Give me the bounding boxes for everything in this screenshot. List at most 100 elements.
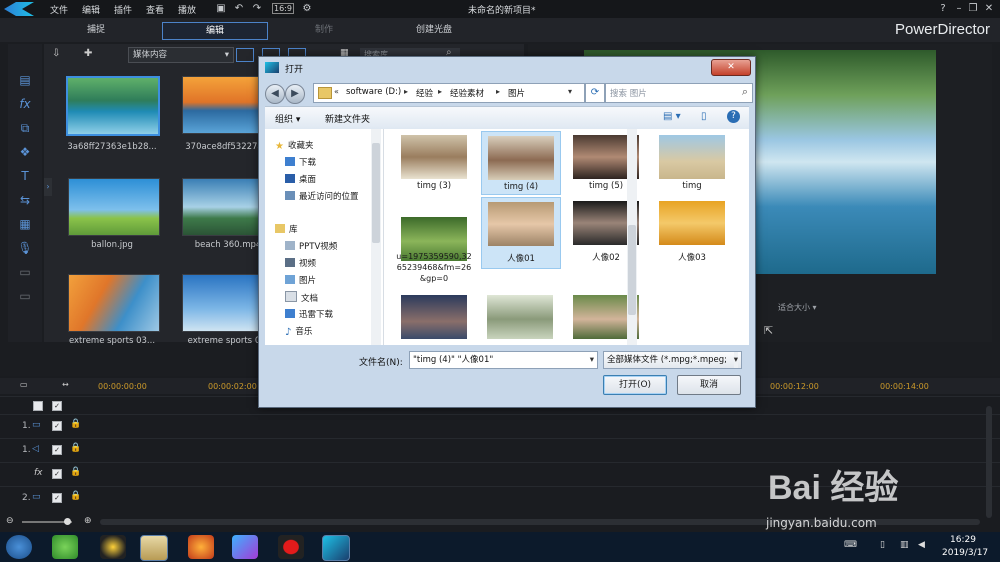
- file-item[interactable]: [395, 291, 473, 345]
- nav-music[interactable]: ♪ 音乐: [285, 325, 312, 338]
- track-enable-checkbox[interactable]: ✓: [52, 469, 62, 479]
- usb-icon[interactable]: ▯: [880, 540, 885, 550]
- firefox-icon[interactable]: [188, 535, 214, 559]
- explorer-icon[interactable]: [140, 535, 168, 561]
- chevron-down-icon[interactable]: ▾: [590, 352, 594, 368]
- restore-icon[interactable]: ❐: [966, 2, 980, 15]
- track-enable-checkbox[interactable]: ✓: [52, 401, 62, 411]
- zoom-slider-handle[interactable]: [64, 518, 71, 525]
- back-icon[interactable]: ◀: [265, 84, 285, 104]
- tab-produce[interactable]: 制作: [274, 22, 374, 38]
- nav-pptv[interactable]: PPTV视频: [285, 240, 337, 252]
- undo-icon[interactable]: ↶: [232, 2, 246, 15]
- breadcrumb-folder-2[interactable]: 经验素材: [450, 87, 484, 99]
- expand-panel-icon[interactable]: ›: [44, 178, 52, 196]
- view-options-icon[interactable]: ▤ ▾: [663, 111, 681, 122]
- menu-plugins[interactable]: 插件: [114, 3, 132, 16]
- nav-documents[interactable]: 文档: [285, 291, 318, 304]
- nav-libraries[interactable]: 库: [275, 223, 298, 235]
- file-item[interactable]: timg (3): [395, 131, 473, 193]
- open-button[interactable]: 打开(O): [603, 375, 667, 395]
- help-icon[interactable]: ?: [727, 110, 740, 123]
- menu-edit[interactable]: 编辑: [82, 3, 100, 16]
- redo-icon[interactable]: ↷: [250, 2, 264, 15]
- transition-room-icon[interactable]: ⇆: [16, 192, 34, 208]
- start-button[interactable]: [6, 535, 32, 559]
- app-360-icon[interactable]: [52, 535, 78, 559]
- nav-downloads[interactable]: 下载: [285, 156, 316, 168]
- tab-edit[interactable]: 编辑: [162, 22, 268, 40]
- export-icon[interactable]: ⇱: [764, 324, 773, 337]
- file-item[interactable]: u=1975359590,3265239468&fm=26&gp=0: [395, 217, 473, 295]
- track-visible-checkbox[interactable]: [33, 401, 43, 411]
- filetype-select[interactable]: 全部媒体文件 (*.mpg;*.mpeg; ▾: [603, 351, 742, 369]
- voiceover-icon[interactable]: 🎙: [16, 240, 34, 256]
- save-icon[interactable]: ▣: [214, 2, 228, 15]
- qq-icon[interactable]: [100, 535, 126, 559]
- dialog-close-button[interactable]: ✕: [711, 59, 751, 76]
- library-filter-dropdown[interactable]: 媒体内容 ▾: [128, 47, 234, 63]
- keyboard-icon[interactable]: ⌨: [844, 540, 857, 550]
- chevron-down-icon[interactable]: ▾: [568, 87, 572, 96]
- track-enable-checkbox[interactable]: ✓: [52, 445, 62, 455]
- zoom-in-icon[interactable]: ⊕: [84, 516, 92, 526]
- breadcrumb-drive[interactable]: software (D:): [346, 87, 401, 97]
- breadcrumb-folder-3[interactable]: 图片: [508, 87, 525, 99]
- pip-room-icon[interactable]: ⧉: [16, 120, 34, 136]
- recorder-icon[interactable]: [278, 535, 304, 559]
- refresh-icon[interactable]: ⟳: [585, 83, 605, 103]
- nav-thunder[interactable]: 迅雷下载: [285, 308, 333, 320]
- file-item[interactable]: 人像03: [653, 197, 731, 267]
- dialog-search-input[interactable]: 搜索 图片 ⌕: [605, 83, 753, 103]
- subtitle-room-icon[interactable]: ▭: [16, 288, 34, 304]
- lock-icon[interactable]: 🔒: [70, 467, 81, 477]
- volume-icon[interactable]: ◀: [918, 540, 925, 550]
- nav-favorites[interactable]: ★ 收藏夹: [275, 139, 313, 152]
- tab-capture[interactable]: 捕捉: [46, 22, 146, 38]
- chevron-down-icon[interactable]: ▾: [733, 352, 738, 368]
- address-bar[interactable]: « software (D:) ▸ 经验 ▸ 经验素材 ▸ 图片 ▾: [313, 83, 585, 103]
- media-player-icon[interactable]: [232, 535, 258, 559]
- plugin-icon[interactable]: ✚: [84, 48, 102, 62]
- track-enable-checkbox[interactable]: ✓: [52, 493, 62, 503]
- cancel-button[interactable]: 取消: [677, 375, 741, 395]
- forward-icon[interactable]: ▶: [285, 84, 305, 104]
- organize-button[interactable]: 组织 ▾: [275, 112, 300, 125]
- timeline-vertical-scrollbar[interactable]: [986, 406, 992, 518]
- track-enable-checkbox[interactable]: ✓: [52, 421, 62, 431]
- filename-input[interactable]: "timg (4)" "人像01" ▾: [409, 351, 598, 369]
- new-folder-button[interactable]: 新建文件夹: [325, 112, 370, 125]
- menu-play[interactable]: 播放: [178, 3, 196, 16]
- nav-videos[interactable]: 视频: [285, 257, 316, 269]
- menu-view[interactable]: 查看: [146, 3, 164, 16]
- media-thumb-3[interactable]: [68, 178, 160, 236]
- view-all-icon[interactable]: [236, 48, 254, 62]
- zoom-out-icon[interactable]: ⊖: [6, 516, 14, 526]
- file-item[interactable]: timg: [653, 131, 731, 193]
- file-item[interactable]: [481, 291, 559, 345]
- close-icon[interactable]: ✕: [982, 2, 996, 15]
- powerdirector-taskbar-icon[interactable]: [322, 535, 350, 561]
- track-manager-icon[interactable]: ▭: [20, 380, 28, 389]
- network-icon[interactable]: ▥: [900, 540, 909, 550]
- file-item[interactable]: 人像01: [481, 197, 561, 269]
- media-thumb-1[interactable]: [66, 76, 160, 136]
- import-icon[interactable]: ⇩: [52, 48, 70, 62]
- lock-icon[interactable]: 🔒: [70, 491, 81, 501]
- media-room-icon[interactable]: ▤: [16, 72, 34, 88]
- menu-file[interactable]: 文件: [50, 3, 68, 16]
- aspect-ratio-select[interactable]: 16:9: [272, 3, 294, 14]
- nav-recent[interactable]: 最近访问的位置: [285, 190, 359, 202]
- media-thumb-5[interactable]: [68, 274, 160, 332]
- file-item[interactable]: timg (4): [481, 131, 561, 195]
- breadcrumb-folder-1[interactable]: 经验: [416, 87, 433, 99]
- title-room-icon[interactable]: T: [16, 168, 34, 184]
- particle-room-icon[interactable]: ❖: [16, 144, 34, 160]
- file-grid-scrollbar[interactable]: [627, 129, 637, 345]
- settings-icon[interactable]: ⚙: [300, 2, 314, 15]
- fx-room-icon[interactable]: fx: [16, 96, 34, 112]
- lock-icon[interactable]: 🔒: [70, 419, 81, 429]
- nav-pictures[interactable]: 图片: [285, 274, 316, 286]
- scrollbar-thumb[interactable]: [628, 225, 636, 315]
- fit-timeline-icon[interactable]: ↔: [62, 380, 69, 389]
